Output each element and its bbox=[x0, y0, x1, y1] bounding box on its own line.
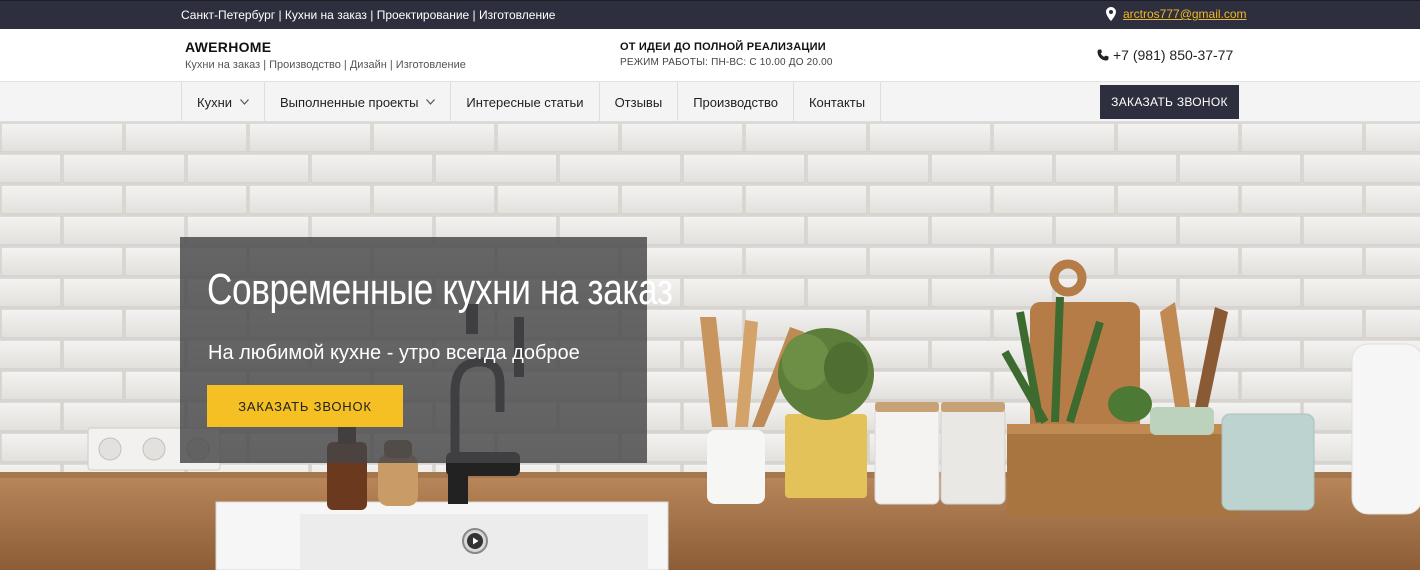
chevron-down-icon bbox=[426, 99, 436, 105]
nav-item-kitchens[interactable]: Кухни bbox=[182, 82, 266, 122]
nav-item-production[interactable]: Производство bbox=[678, 82, 794, 122]
hero-subtitle: На любимой кухне - утро всегда доброе bbox=[208, 342, 580, 364]
main-nav: Кухни Выполненные проекты Интересные ста… bbox=[0, 81, 1420, 122]
nav-item-reviews[interactable]: Отзывы bbox=[600, 82, 679, 122]
phone-icon bbox=[1097, 49, 1109, 61]
nav-item-articles[interactable]: Интересные статьи bbox=[451, 82, 600, 122]
hero-title: Современные кухни на заказ bbox=[207, 265, 673, 314]
hero-banner: Современные кухни на заказ На любимой ку… bbox=[0, 122, 1420, 570]
play-icon bbox=[473, 537, 479, 545]
nav-item-label: Интересные статьи bbox=[466, 94, 584, 110]
hero-overlay: Современные кухни на заказ На любимой ку… bbox=[180, 237, 673, 463]
brand-subtitle: Кухни на заказ | Производство | Дизайн |… bbox=[185, 59, 466, 71]
brand-name: AWERHOME bbox=[185, 39, 272, 55]
top-tagline: Санкт-Петербург | Кухни на заказ | Проек… bbox=[181, 8, 556, 22]
order-call-button[interactable]: ЗАКАЗАТЬ ЗВОНОК bbox=[1100, 85, 1239, 119]
nav-item-label: Выполненные проекты bbox=[280, 94, 419, 110]
nav-menu: Кухни Выполненные проекты Интересные ста… bbox=[181, 82, 882, 122]
nav-item-label: Производство bbox=[693, 94, 778, 110]
nav-item-contacts[interactable]: Контакты bbox=[794, 82, 882, 122]
phone-block[interactable]: +7 (981) 850-37-77 bbox=[1097, 47, 1233, 63]
top-bar: Санкт-Петербург | Кухни на заказ | Проек… bbox=[0, 0, 1420, 29]
nav-item-label: Контакты bbox=[808, 94, 866, 110]
brand[interactable]: AWERHOME Кухни на заказ | Производство |… bbox=[185, 39, 466, 71]
play-button-inner bbox=[467, 533, 483, 549]
nav-item-projects[interactable]: Выполненные проекты bbox=[265, 82, 452, 122]
location-pin-icon bbox=[1106, 7, 1116, 21]
email-link[interactable]: arctros777@gmail.com bbox=[1123, 7, 1247, 21]
hero-order-call-button[interactable]: ЗАКАЗАТЬ ЗВОНОК bbox=[207, 385, 403, 427]
slogan: ОТ ИДЕИ ДО ПОЛНОЙ РЕАЛИЗАЦИИ РЕЖИМ РАБОТ… bbox=[620, 41, 833, 68]
nav-item-label: Отзывы bbox=[614, 94, 663, 110]
phone-number: +7 (981) 850-37-77 bbox=[1113, 47, 1234, 63]
nav-item-label: Кухни bbox=[197, 94, 233, 110]
working-hours: РЕЖИМ РАБОТЫ: ПН-ВС: С 10.00 ДО 20.00 bbox=[620, 57, 833, 68]
site-header: AWERHOME Кухни на заказ | Производство |… bbox=[0, 29, 1420, 81]
chevron-down-icon bbox=[240, 99, 249, 105]
slogan-title: ОТ ИДЕИ ДО ПОЛНОЙ РЕАЛИЗАЦИИ bbox=[620, 41, 826, 53]
play-button[interactable] bbox=[462, 528, 488, 554]
email-block: arctros777@gmail.com bbox=[1106, 7, 1247, 21]
